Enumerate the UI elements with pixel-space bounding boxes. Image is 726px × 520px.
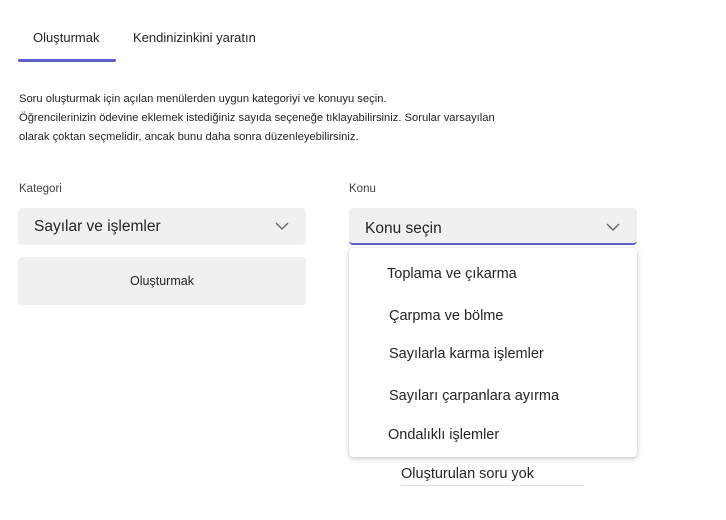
tab-create[interactable]: Oluşturmak: [33, 22, 99, 62]
topic-label: Konu: [349, 183, 376, 195]
topic-option-addition-subtraction[interactable]: Toplama ve çıkarma: [349, 255, 637, 293]
create-button[interactable]: Oluşturmak: [18, 257, 306, 305]
chevron-down-icon: [606, 223, 620, 231]
category-selected-value: Sayılar ve işlemler: [34, 218, 161, 235]
topic-option-factoring[interactable]: Sayıları çarpanlara ayırma: [349, 377, 637, 415]
no-questions-message: Oluşturulan soru yok: [401, 464, 584, 486]
topic-dropdown[interactable]: Konu seçin: [349, 208, 637, 245]
topic-option-mixed-operations[interactable]: Sayılarla karma işlemler: [349, 335, 637, 373]
topic-placeholder: Konu seçin: [365, 220, 442, 237]
topic-option-decimal-operations[interactable]: Ondalıklı işlemler: [349, 416, 637, 454]
option-label: Sayılarla karma işlemler: [389, 346, 544, 362]
instructions-line: Soru oluşturmak için açılan menülerden u…: [19, 93, 387, 105]
option-label: Sayıları çarpanlara ayırma: [389, 388, 560, 404]
chevron-down-icon: [275, 222, 289, 230]
tab-create-your-own[interactable]: Kendinizinkini yaratın: [133, 22, 256, 62]
active-tab-indicator: [18, 59, 116, 62]
topic-options-menu: Toplama ve çıkarma Çarpma ve bölme Sayıl…: [349, 248, 637, 457]
instructions-line: olarak çoktan seçmelidir, ancak bunu dah…: [19, 131, 359, 143]
instructions-line: Öğrencilerinizin ödevine eklemek istediğ…: [19, 112, 495, 124]
topic-option-multiplication-division[interactable]: Çarpma ve bölme: [349, 297, 637, 335]
option-label: Toplama ve çıkarma: [387, 266, 517, 282]
option-label: Çarpma ve bölme: [389, 308, 504, 324]
option-label: Ondalıklı işlemler: [388, 427, 500, 443]
category-label: Kategori: [19, 183, 62, 195]
category-dropdown[interactable]: Sayılar ve işlemler: [18, 208, 306, 245]
instructions-text: Soru oluşturmak için açılan menülerden u…: [19, 90, 559, 147]
